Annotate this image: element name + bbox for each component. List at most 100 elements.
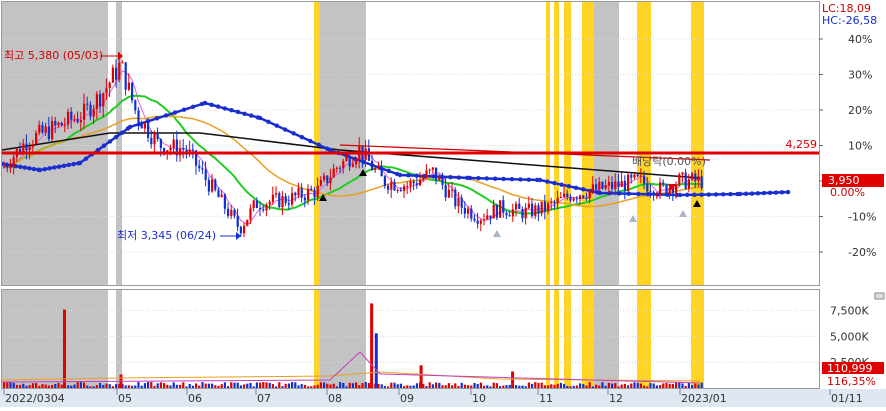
candle-body — [268, 201, 271, 205]
candle-body — [371, 160, 374, 170]
volume-bar — [179, 384, 182, 388]
candle-body — [556, 197, 559, 203]
candle-body — [521, 209, 524, 219]
volume-bar — [12, 382, 15, 388]
candle-body — [646, 183, 649, 192]
candle-body — [323, 175, 326, 181]
volume-bar — [457, 385, 460, 388]
candle-body — [572, 198, 575, 201]
volume-bar — [406, 385, 409, 388]
volume-bar — [396, 384, 399, 388]
volume-bar — [543, 385, 546, 388]
candle-body — [387, 185, 390, 190]
volume-bar — [572, 385, 575, 388]
volume-bar — [515, 385, 518, 388]
volume-bar — [150, 381, 153, 388]
candle-body — [623, 180, 626, 192]
candle-body — [553, 202, 556, 204]
ma-240-dot — [52, 165, 57, 170]
ma-240-dot — [229, 108, 234, 113]
candle-body — [284, 196, 287, 204]
volume-bar — [486, 385, 489, 388]
volume-highlight-bands — [2, 290, 704, 388]
ma-240-dot — [713, 192, 719, 197]
candle-body — [351, 164, 354, 167]
candle-body — [227, 208, 230, 216]
candle-body — [92, 108, 95, 117]
candle-body — [527, 203, 530, 208]
volume-bar — [9, 382, 12, 388]
candle-body — [143, 122, 146, 129]
candle-body — [505, 212, 508, 216]
volume-bar — [383, 386, 386, 388]
highlight-band — [546, 2, 550, 285]
candle-body — [207, 179, 210, 192]
volume-tick-label: 5,000K — [830, 330, 869, 343]
volume-bar — [553, 384, 556, 388]
ma-240-dot — [755, 191, 761, 196]
ma-240-dot — [545, 179, 550, 184]
candle-body — [121, 62, 124, 64]
candle-body — [380, 167, 383, 177]
candle-body — [508, 215, 511, 217]
volume-bar — [585, 385, 588, 388]
candle-body — [412, 181, 415, 184]
ma-240-dot — [573, 185, 579, 190]
volume-bar — [582, 384, 585, 388]
candle-body — [607, 182, 610, 186]
volume-bar — [492, 382, 495, 388]
volume-bar — [534, 382, 537, 388]
candle-body — [678, 174, 681, 186]
ma-240-dot — [737, 191, 743, 197]
volume-bar — [3, 382, 6, 388]
collapse-button[interactable] — [874, 292, 885, 300]
volume-bar — [518, 385, 521, 388]
volume-bar — [35, 383, 38, 388]
volume-spike — [419, 365, 423, 388]
ma-240-dot — [127, 124, 133, 130]
candle-body — [396, 189, 399, 191]
candle-body — [652, 191, 655, 196]
volume-bar — [303, 384, 306, 388]
volume-bar — [73, 384, 76, 388]
ma-240-dot — [181, 107, 187, 112]
volume-bar — [255, 382, 258, 388]
volume-bar — [502, 385, 505, 388]
volume-bar — [463, 384, 466, 388]
volume-bar — [623, 383, 626, 388]
candle-body — [537, 205, 540, 214]
candle-body — [620, 180, 623, 188]
candle-body — [383, 176, 386, 186]
volume-bar — [153, 385, 156, 388]
candle-body — [438, 176, 441, 181]
volume-bar — [211, 383, 214, 388]
volume-bar — [569, 386, 572, 388]
volume-bar — [57, 382, 60, 388]
volume-bar — [41, 384, 44, 388]
candle-body — [355, 160, 358, 165]
candle-body — [111, 67, 114, 83]
ma-240-dot — [685, 192, 690, 198]
ma-240-dot — [66, 162, 72, 168]
volume-bar — [415, 383, 418, 388]
candle-body — [435, 167, 438, 181]
candle-body — [150, 137, 153, 145]
ma-240-dot — [274, 123, 279, 128]
volume-bar — [566, 385, 569, 388]
candle-body — [255, 200, 258, 208]
candle-body — [665, 184, 668, 195]
volume-bar — [505, 385, 508, 388]
volume-bar — [694, 383, 697, 388]
volume-bar — [239, 385, 242, 388]
volume-bar — [345, 386, 348, 388]
volume-bar — [105, 383, 108, 388]
volume-bar — [499, 386, 502, 388]
candle-body — [342, 160, 345, 169]
candle-body — [278, 193, 281, 208]
volume-bar — [319, 382, 322, 388]
volume-highlight-band — [116, 290, 122, 388]
volume-bar — [681, 383, 684, 388]
candle-body — [339, 167, 342, 169]
volume-bar — [643, 385, 646, 388]
volume-bar — [28, 385, 31, 388]
